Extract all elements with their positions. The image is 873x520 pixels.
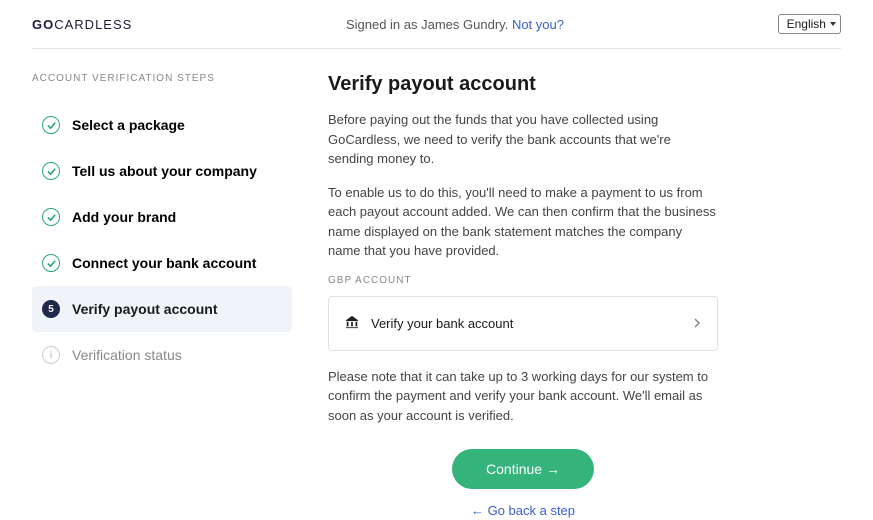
intro-paragraph-1: Before paying out the funds that you hav… [328,110,718,169]
account-currency-label: GBP ACCOUNT [328,275,718,286]
page-title: Verify payout account [328,73,718,96]
check-icon [42,208,60,226]
step-verify-payout[interactable]: 5 Verify payout account [32,286,292,332]
step-connect-bank[interactable]: Connect your bank account [32,240,292,286]
step-number-icon: 5 [42,300,60,318]
info-icon: i [42,346,60,364]
language-value: English [787,17,826,31]
step-select-package[interactable]: Select a package [32,102,292,148]
step-label: Verification status [72,347,182,363]
header: GOCARDLESS Signed in as James Gundry. No… [32,14,841,49]
go-back-link[interactable]: ← Go back a step [471,503,575,518]
check-icon [42,116,60,134]
check-icon [42,254,60,272]
step-label: Connect your bank account [72,255,256,271]
main-content: Verify payout account Before paying out … [328,49,718,518]
verify-bank-card[interactable]: Verify your bank account [328,296,718,351]
step-verification-status[interactable]: i Verification status [32,332,292,378]
logo: GOCARDLESS [32,17,132,32]
logo-light: CARDLESS [54,17,132,32]
bank-icon [345,315,359,332]
step-add-brand[interactable]: Add your brand [32,194,292,240]
note-paragraph: Please note that it can take up to 3 wor… [328,367,718,426]
user-name: James Gundry. [421,17,508,32]
signed-in-prefix: Signed in as [346,17,421,32]
step-label: Select a package [72,117,185,133]
step-label: Verify payout account [72,301,217,317]
sidebar-heading: ACCOUNT VERIFICATION STEPS [32,73,292,84]
step-label: Add your brand [72,209,176,225]
signed-in-as: Signed in as James Gundry. Not you? [346,17,564,32]
sidebar: ACCOUNT VERIFICATION STEPS Select a pack… [32,49,292,518]
check-icon [42,162,60,180]
chevron-right-icon [694,315,701,331]
step-about-company[interactable]: Tell us about your company [32,148,292,194]
not-you-link[interactable]: Not you? [512,17,564,32]
logo-bold: GO [32,17,54,32]
continue-button[interactable]: Continue → [452,449,594,489]
step-label: Tell us about your company [72,163,257,179]
intro-paragraph-2: To enable us to do this, you'll need to … [328,183,718,261]
language-select[interactable]: English [778,14,841,34]
verify-card-label: Verify your bank account [371,316,682,331]
